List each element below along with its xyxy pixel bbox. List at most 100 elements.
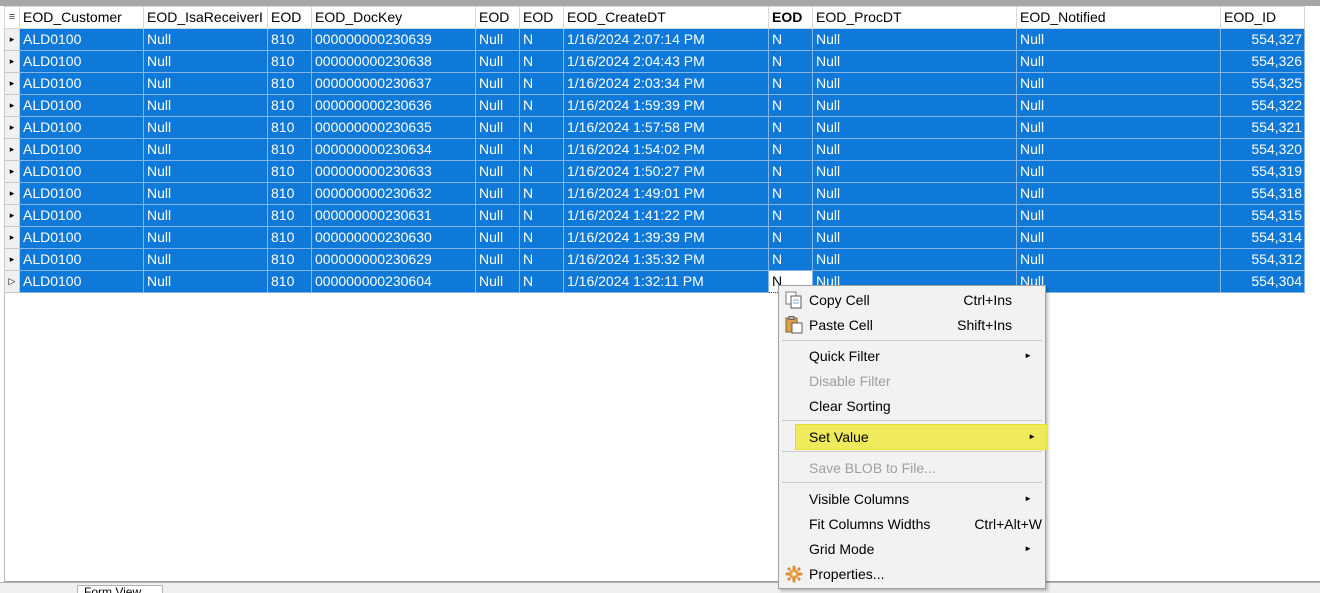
column-header[interactable]: EOD_DocKey [311,6,476,29]
table-cell[interactable]: ALD0100 [19,116,144,139]
table-cell[interactable]: N [519,248,564,271]
table-cell[interactable]: N [768,94,813,117]
table-cell[interactable]: N [768,50,813,73]
table-cell[interactable]: 1/16/2024 2:04:43 PM [563,50,769,73]
table-cell[interactable]: 810 [267,182,312,205]
table-cell[interactable]: N [519,138,564,161]
column-header[interactable]: EOD_ID [1220,6,1305,29]
row-indicator-icon[interactable]: ▸ [4,226,20,249]
table-row[interactable]: ▸ ALD0100 Null 810 000000000230639 Null N 1/16/… [4,28,1305,51]
table-cell[interactable]: 000000000230639 [311,28,476,51]
table-row[interactable]: ▸ ALD0100 Null 810 000000000230635 Null N 1/16/… [4,116,1305,139]
column-header[interactable]: EOD_ProcDT [812,6,1017,29]
table-cell[interactable]: 554,318 [1220,182,1305,205]
table-cell[interactable]: N [768,226,813,249]
column-header[interactable]: EOD_CreateDT [563,6,769,29]
table-cell[interactable]: ALD0100 [19,270,144,293]
table-cell[interactable]: N [519,94,564,117]
table-cell[interactable]: Null [812,182,1017,205]
table-cell[interactable]: Null [475,28,520,51]
table-cell[interactable]: Null [1016,116,1221,139]
table-cell[interactable]: 810 [267,28,312,51]
table-cell[interactable]: 000000000230636 [311,94,476,117]
table-cell[interactable]: N [519,28,564,51]
table-cell[interactable]: Null [475,270,520,293]
table-cell[interactable]: 1/16/2024 1:50:27 PM [563,160,769,183]
table-cell[interactable]: 000000000230632 [311,182,476,205]
table-cell[interactable]: 000000000230635 [311,116,476,139]
menu-item-paste-cell[interactable]: Paste Cell Shift+Ins [782,313,1042,337]
table-row[interactable]: ▸ ALD0100 Null 810 000000000230629 Null N 1/16/… [4,248,1305,271]
table-row[interactable]: ▸ ALD0100 Null 810 000000000230637 Null N 1/16/… [4,72,1305,95]
table-cell[interactable]: Null [1016,160,1221,183]
table-cell[interactable]: Null [475,94,520,117]
table-cell[interactable]: Null [812,138,1017,161]
table-cell[interactable]: ALD0100 [19,248,144,271]
table-cell[interactable]: 810 [267,72,312,95]
table-cell[interactable]: Null [475,182,520,205]
table-cell[interactable]: 810 [267,270,312,293]
table-cell[interactable]: Null [812,160,1017,183]
table-cell[interactable]: ALD0100 [19,226,144,249]
table-cell[interactable]: Null [143,204,268,227]
table-cell[interactable]: N [519,182,564,205]
row-indicator-icon[interactable]: ▸ [4,204,20,227]
table-cell[interactable]: 000000000230633 [311,160,476,183]
data-grid[interactable]: ≡ EOD_Customer EOD_IsaReceiverI EOD EOD_… [4,6,1305,293]
table-cell[interactable]: 810 [267,94,312,117]
menu-item-clear-sorting[interactable]: Clear Sorting [782,394,1042,418]
table-cell[interactable]: Null [812,50,1017,73]
table-cell[interactable]: 810 [267,226,312,249]
table-cell[interactable]: ALD0100 [19,160,144,183]
table-cell[interactable]: N [768,182,813,205]
row-indicator-icon[interactable]: ▸ [4,72,20,95]
current-row-indicator-icon[interactable]: ▷ [4,270,20,293]
table-cell[interactable]: Null [812,204,1017,227]
table-row[interactable]: ▷ ALD0100 Null 810 000000000230604 Null N 1/16/… [4,270,1305,293]
table-row[interactable]: ▸ ALD0100 Null 810 000000000230636 Null N 1/16/… [4,94,1305,117]
column-header[interactable]: EOD [475,6,520,29]
table-row[interactable]: ▸ ALD0100 Null 810 000000000230633 Null N 1/16/… [4,160,1305,183]
table-cell[interactable]: Null [475,248,520,271]
table-row[interactable]: ▸ ALD0100 Null 810 000000000230632 Null N 1/16/… [4,182,1305,205]
table-cell[interactable]: Null [812,248,1017,271]
table-cell[interactable]: N [519,72,564,95]
table-cell[interactable]: Null [1016,204,1221,227]
row-indicator-icon[interactable]: ▸ [4,138,20,161]
table-cell[interactable]: 1/16/2024 1:32:11 PM [563,270,769,293]
row-indicator-icon[interactable]: ▸ [4,28,20,51]
table-cell[interactable]: 554,327 [1220,28,1305,51]
table-cell[interactable]: ALD0100 [19,204,144,227]
table-cell[interactable]: Null [812,28,1017,51]
table-cell[interactable]: Null [143,50,268,73]
table-cell[interactable]: Null [812,94,1017,117]
table-cell[interactable]: 1/16/2024 2:03:34 PM [563,72,769,95]
table-cell[interactable]: N [519,116,564,139]
table-cell[interactable]: 554,321 [1220,116,1305,139]
table-cell[interactable]: ALD0100 [19,94,144,117]
column-header[interactable]: EOD [267,6,312,29]
menu-item-set-value[interactable]: Set Value ► [795,424,1047,450]
table-cell[interactable]: Null [143,270,268,293]
column-header[interactable]: EOD_IsaReceiverI [143,6,268,29]
table-cell[interactable]: 000000000230630 [311,226,476,249]
table-cell[interactable]: 000000000230637 [311,72,476,95]
table-cell[interactable]: 554,319 [1220,160,1305,183]
table-cell[interactable]: N [519,160,564,183]
menu-item-grid-mode[interactable]: Grid Mode ► [782,537,1042,561]
table-cell[interactable]: Null [1016,50,1221,73]
table-cell[interactable]: Null [812,116,1017,139]
table-cell[interactable]: 810 [267,248,312,271]
table-cell[interactable]: 554,304 [1220,270,1305,293]
table-cell[interactable]: ALD0100 [19,28,144,51]
table-cell[interactable]: Null [1016,248,1221,271]
column-header[interactable]: EOD [519,6,564,29]
table-cell[interactable]: Null [143,138,268,161]
table-row[interactable]: ▸ ALD0100 Null 810 000000000230630 Null N 1/16/… [4,226,1305,249]
table-cell[interactable]: N [768,116,813,139]
table-cell[interactable]: ALD0100 [19,182,144,205]
table-cell[interactable]: Null [143,116,268,139]
menu-item-visible-columns[interactable]: Visible Columns ► [782,487,1042,511]
table-cell[interactable]: N [519,50,564,73]
table-cell[interactable]: 1/16/2024 1:54:02 PM [563,138,769,161]
